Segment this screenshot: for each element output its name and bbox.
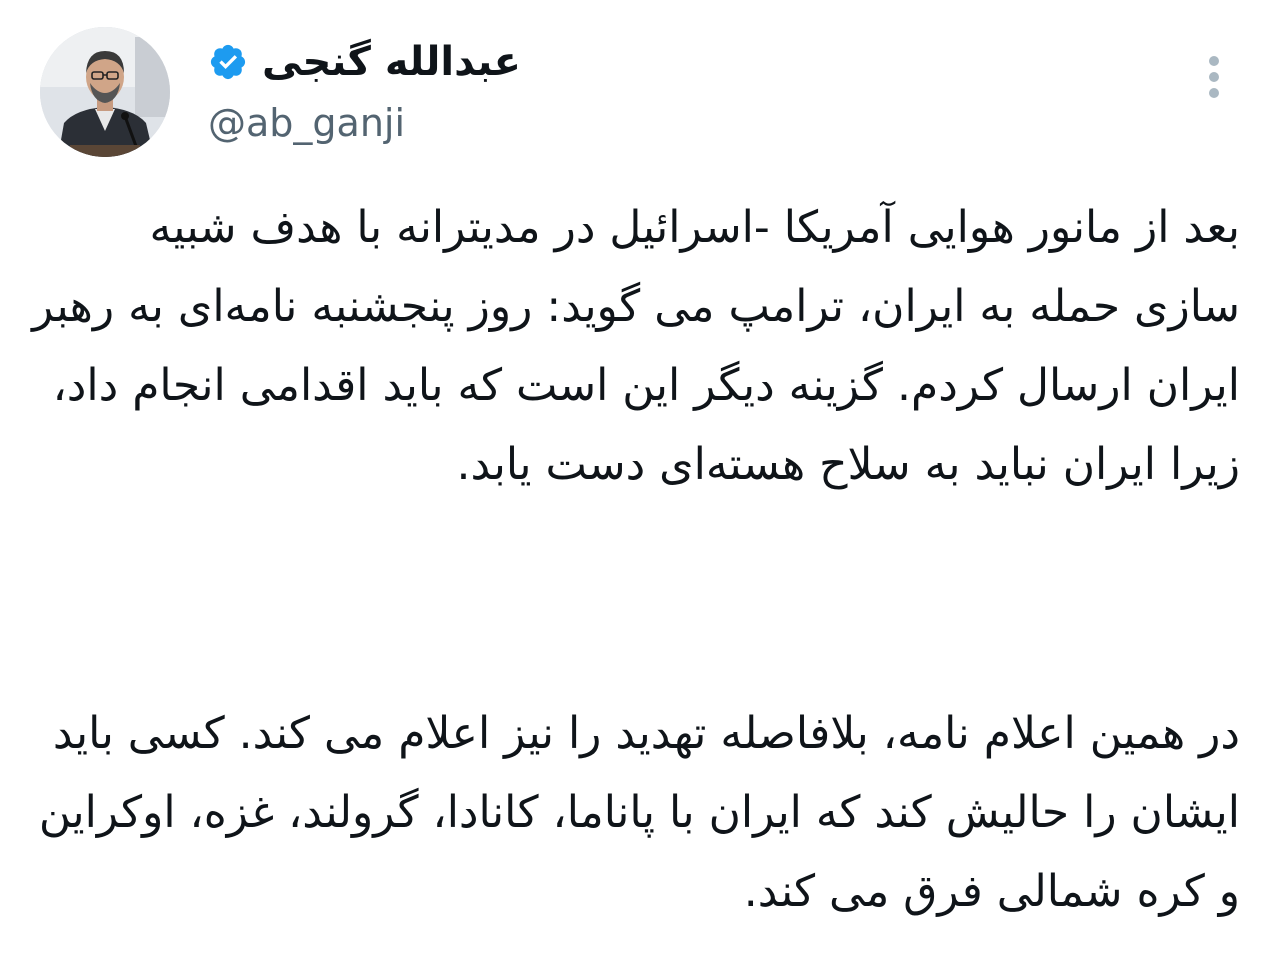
- tweet-card: عبدالله گنجی @ab_ganji بعد از مانور هوای…: [0, 0, 1280, 975]
- tweet-paragraph-1: بعد از مانور هوایی آمریکا -اسرائیل در مد…: [32, 202, 1240, 490]
- tweet-paragraph-2: در همین اعلام نامه، بلافاصله تهدید را نی…: [38, 708, 1240, 917]
- profile-photo-icon: [40, 27, 170, 157]
- more-vertical-icon[interactable]: [1200, 52, 1230, 102]
- author-display-name[interactable]: عبدالله گنجی: [262, 34, 521, 90]
- author-name-row: عبدالله گنجی: [208, 34, 521, 90]
- avatar[interactable]: [40, 27, 170, 157]
- tweet-header: عبدالله گنجی @ab_ganji: [0, 0, 1280, 170]
- author-handle[interactable]: @ab_ganji: [208, 98, 405, 148]
- verified-badge-icon: [210, 44, 246, 80]
- tweet-body: بعد از مانور هوایی آمریکا -اسرائیل در مد…: [30, 188, 1240, 958]
